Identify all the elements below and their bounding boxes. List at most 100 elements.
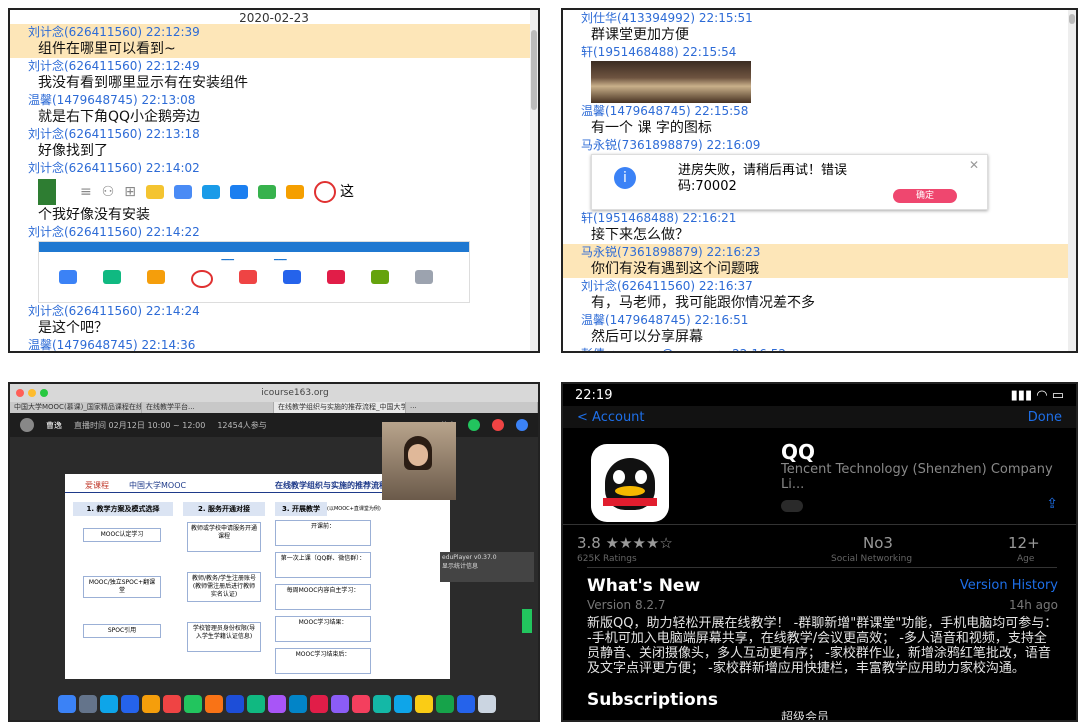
version-label: Version 8.2.7 [587, 598, 666, 612]
minimize-window-button[interactable] [28, 389, 36, 397]
dock-app-icon[interactable] [142, 695, 160, 713]
message-header: 轩(1951468488) 22:15:54 [581, 45, 737, 59]
dock-app-icon[interactable] [352, 695, 370, 713]
tab-3[interactable]: 在线教学组织与实施的推荐流程_中国大学MOOC(慕课) [274, 402, 406, 413]
flow-box: 每周MOOC内容自主学习： [275, 584, 371, 610]
dock-app-icon[interactable] [79, 695, 97, 713]
rating: 3.8 ★★★★☆ [577, 534, 673, 552]
message-header: 刘计念(626411560) 22:14:24 [28, 304, 200, 318]
error-message: 进房失败，请稍后再试！错误码:70002 [678, 163, 848, 194]
qq-apps-screenshot: ━━━ ━━━ [38, 241, 470, 303]
dock-app-icon[interactable] [331, 695, 349, 713]
close-window-button[interactable] [16, 389, 24, 397]
subscription-item[interactable]: 超级会员 [781, 708, 829, 720]
penguin-scarf [603, 498, 657, 506]
penguin-eye [613, 470, 625, 484]
qq-app-icons [39, 264, 469, 294]
close-icon[interactable]: ✕ [969, 157, 979, 174]
message-header: 刘仕华(413394992) 22:15:51 [581, 11, 753, 25]
update-time: 14h ago [1008, 598, 1058, 612]
scrollbar-thumb[interactable] [531, 30, 537, 110]
message-header: 刘计念(626411560) 22:14:02 [28, 161, 200, 175]
dock-app-icon[interactable] [100, 695, 118, 713]
chat-messages-c: 轩(1951468488) 22:16:21 接下来怎么做？ 马永锐(7361898… [563, 210, 1076, 351]
qq-app-icon [591, 444, 669, 522]
qq-share-icon[interactable] [516, 419, 528, 431]
browser-window: icourse163.org 中国大学MOOC(慕课)_国家精品课程在线学习平台… [8, 382, 540, 722]
message-header: 马永锐(7361898879) 22:16:09 [581, 138, 761, 152]
message-text: 个我好像没有安装 [38, 207, 150, 223]
scrollbar[interactable] [530, 10, 538, 351]
weibo-share-icon[interactable] [492, 419, 504, 431]
back-button[interactable]: < Account [577, 410, 645, 425]
message-header: 温馨(1479648745) 22:14:36 [28, 338, 196, 352]
zoom-window-button[interactable] [40, 389, 48, 397]
dock-app-icon[interactable] [163, 695, 181, 713]
message-header: 轩(1951468488) 22:16:21 [581, 211, 737, 225]
dock-app-icon[interactable] [205, 695, 223, 713]
wechat-share-icon[interactable] [468, 419, 480, 431]
message-text: 群课堂更加方便 [591, 27, 689, 43]
age-rating: 12+ [1008, 534, 1040, 552]
tab-1[interactable]: 中国大学MOOC(慕课)_国家精品课程在线学习平台 [10, 402, 142, 413]
flow-box: 学校管理员身份权限(导入学生学籍认证信息) [187, 622, 261, 652]
chat-messages-c: 刘计念(626411560) 22:14:24 是这个吧？ 温馨(147964874… [10, 303, 538, 352]
status-bar: 22:19 ▮▮▮ ◠ ▭ [563, 384, 1076, 406]
chat-messages-b: 个我好像没有安装刘计念(626411560) 22:14:22 [10, 207, 538, 241]
dock-app-icon[interactable] [373, 695, 391, 713]
dock-app-icon[interactable] [184, 695, 202, 713]
side-tab[interactable] [522, 609, 532, 633]
version-history-link[interactable]: Version History [960, 578, 1058, 593]
tab-4[interactable]: ... [406, 402, 538, 413]
address-bar[interactable]: icourse163.org [52, 388, 538, 398]
message-text: 接下来怎么做？ [591, 227, 689, 243]
cloud-icon [202, 185, 221, 199]
message-header: 刘计念(626411560) 22:14:22 [28, 225, 200, 239]
developer-name: Tencent Technology (Shenzhen) Company Li… [781, 462, 1053, 492]
video-icon [230, 185, 249, 199]
dock-app-icon[interactable] [436, 695, 454, 713]
done-button[interactable]: Done [1028, 410, 1062, 425]
dock-app-icon[interactable] [457, 695, 475, 713]
toolbar-suffix: 这 [340, 183, 355, 200]
dock-app-icon[interactable] [121, 695, 139, 713]
dock-app-icon[interactable] [58, 695, 76, 713]
penguin-eye [635, 470, 647, 484]
dock-app-icon[interactable] [289, 695, 307, 713]
dock-app-icon[interactable] [226, 695, 244, 713]
dock-app-icon[interactable] [268, 695, 286, 713]
browser-titlebar: icourse163.org [10, 384, 538, 402]
step-3-sub: (以MOOC+直课堂为例) [327, 506, 381, 512]
highlighted-app-icon [314, 181, 337, 203]
star-icon [286, 185, 305, 199]
message-text: 有一个 课 字的图标 [591, 120, 712, 136]
dock-app-icon[interactable] [415, 695, 433, 713]
error-dialog: i 进房失败，请稍后再试！错误码:70002 ✕ 确定 [591, 154, 988, 210]
step-1: 1. 教学方案及模式选择 [73, 502, 173, 516]
green-bar-icon [38, 179, 56, 205]
message-header: 刘计念(626411560) 22:13:18 [28, 127, 200, 141]
dock-app-icon[interactable] [394, 695, 412, 713]
divider [587, 567, 1057, 568]
tab-2[interactable]: 在线教学平台... [142, 402, 274, 413]
live-info-bar: 曹逸 直播时间 02月12日 10:00 ~ 12:00 12454人参与 分享 [10, 413, 538, 437]
logo-icourse: 爱课程 [85, 481, 109, 490]
scrollbar-thumb[interactable] [1069, 14, 1075, 24]
message-text: 好像找到了 [38, 143, 108, 159]
confirm-button[interactable]: 确定 [893, 189, 957, 203]
message-header: 刘计念(626411560) 22:12:49 [28, 59, 200, 73]
toolbar-icons: ≡ ⚇ ⊞ [80, 178, 337, 206]
apps-icon: ⊞ [124, 183, 137, 200]
scrollbar[interactable] [1068, 10, 1076, 351]
nav-bar: < Account Done [563, 406, 1076, 428]
flow-box: MOOC学习结果： [275, 616, 371, 642]
dock-app-icon[interactable] [310, 695, 328, 713]
chat-log-panel-1: 2020-02-23 刘计念(626411560) 22:12:39 组件在哪里可… [8, 8, 540, 353]
contacts-icon: ⚇ [101, 183, 115, 200]
age-label: Age [1017, 554, 1035, 564]
app-icon [327, 270, 345, 284]
message-text: 然后可以分享屏幕 [591, 329, 703, 345]
dock-app-icon[interactable] [247, 695, 265, 713]
dock-app-icon[interactable] [478, 695, 496, 713]
share-icon[interactable]: ⇪ [1046, 496, 1058, 512]
